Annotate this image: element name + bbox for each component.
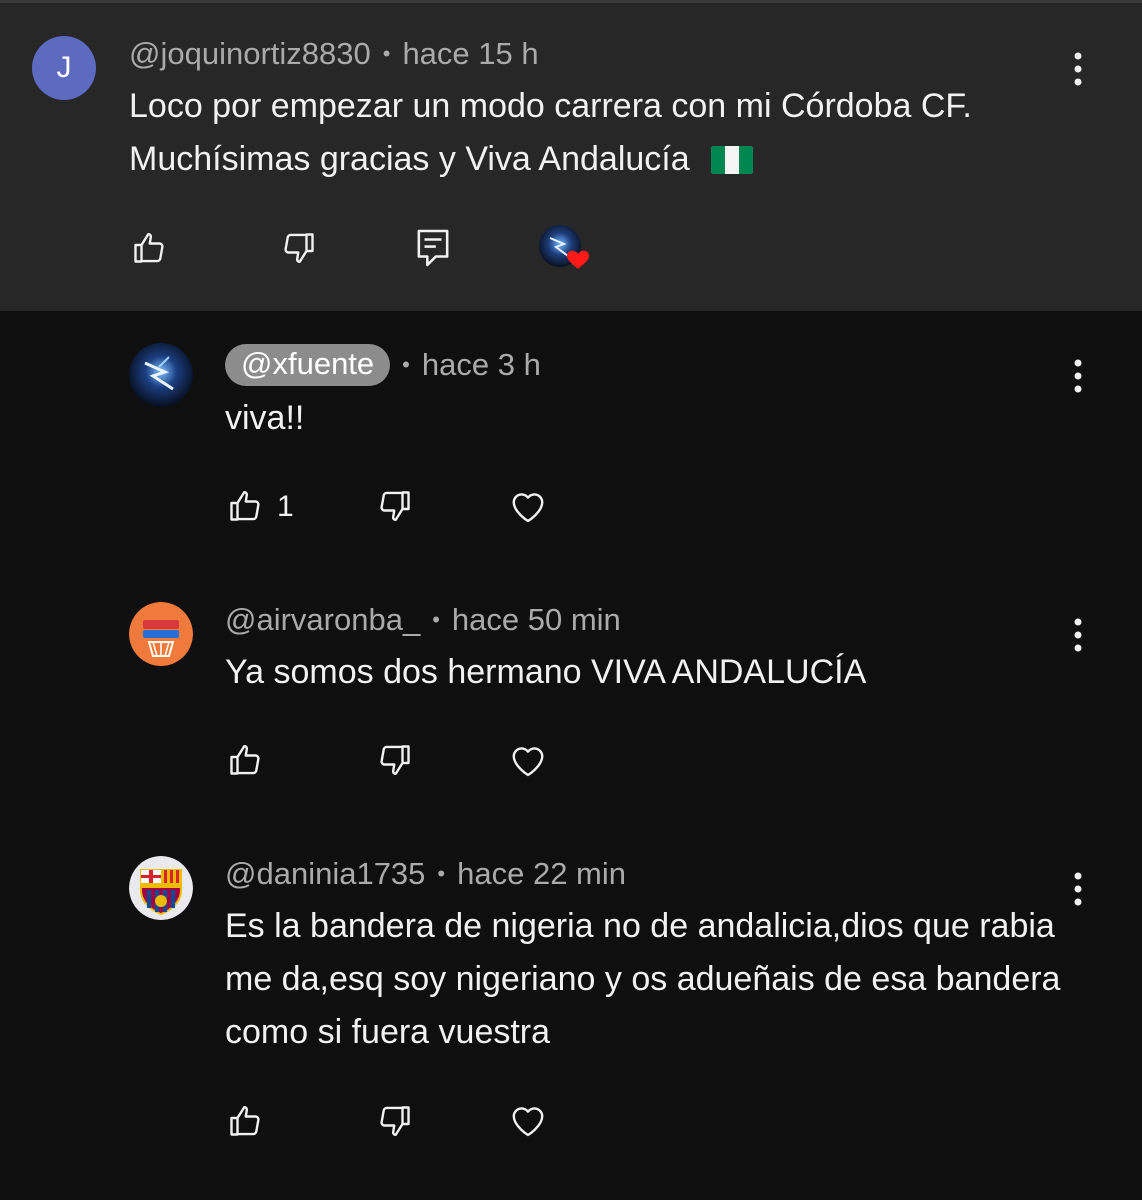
comment-header: @airvaronba_ • hace 50 min — [225, 602, 621, 638]
timestamp[interactable]: hace 15 h — [402, 36, 538, 72]
dislike-icon[interactable] — [377, 488, 413, 524]
dislike-icon[interactable] — [281, 230, 317, 266]
reply-text: Ya somos dos hermano VIVA ANDALUCÍA — [225, 653, 867, 691]
author-handle[interactable]: @joquinortiz8830 — [129, 36, 371, 72]
dislike-icon[interactable] — [377, 742, 413, 778]
heart-icon[interactable] — [509, 488, 547, 524]
avatar[interactable] — [129, 343, 193, 407]
more-options-icon[interactable] — [1072, 50, 1084, 90]
author-handle[interactable]: @daninia1735 — [225, 856, 425, 892]
comment-text: Loco por empezar un modo carrera con mi … — [129, 80, 1059, 186]
avatar[interactable] — [129, 602, 193, 666]
reply-text: viva!! — [225, 399, 305, 437]
separator: • — [402, 352, 410, 377]
comment-header: @joquinortiz8830 • hace 15 h — [129, 36, 539, 72]
heart-icon[interactable] — [509, 742, 547, 778]
more-options-icon[interactable] — [1072, 616, 1084, 656]
creator-handle-chip[interactable]: @xfuente — [225, 344, 391, 386]
author-handle[interactable]: @airvaronba_ — [225, 602, 420, 638]
heart-icon[interactable] — [509, 1102, 547, 1138]
separator: • — [437, 861, 446, 886]
creator-heart-icon — [538, 224, 598, 276]
comment-text-content: Loco por empezar un modo carrera con mi … — [129, 87, 972, 178]
more-options-icon[interactable] — [1072, 357, 1084, 397]
comments-thread: J @joquinortiz8830 • hace 15 h Loco por … — [0, 0, 1142, 1200]
reply-icon[interactable] — [416, 228, 450, 268]
like-count: 1 — [277, 490, 294, 523]
like-icon[interactable] — [131, 230, 167, 266]
timestamp[interactable]: hace 3 h — [422, 347, 541, 383]
comment-header: @xfuente • hace 3 h — [225, 344, 541, 386]
separator: • — [432, 607, 440, 632]
like-icon[interactable] — [227, 1103, 263, 1139]
comment-header: @daninia1735 • hace 22 min — [225, 856, 626, 892]
nigeria-flag-icon — [711, 146, 754, 174]
avatar[interactable] — [129, 856, 193, 920]
timestamp[interactable]: hace 50 min — [452, 602, 621, 638]
separator: • — [382, 41, 391, 66]
dislike-icon[interactable] — [377, 1103, 413, 1139]
like-icon[interactable] — [227, 488, 263, 524]
reply-text: Es la bandera de nigeria no de andalicia… — [225, 907, 1061, 1051]
avatar[interactable]: J — [32, 36, 96, 100]
like-icon[interactable] — [227, 742, 263, 778]
timestamp[interactable]: hace 22 min — [457, 856, 626, 892]
